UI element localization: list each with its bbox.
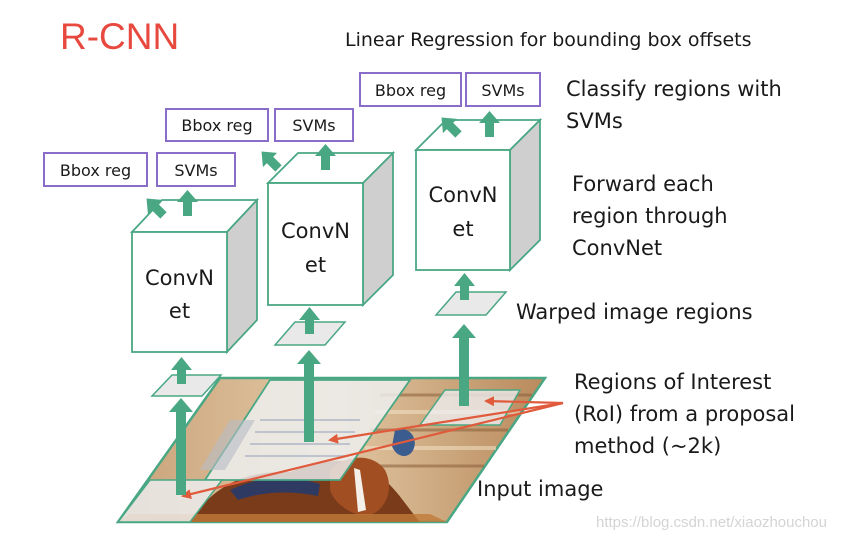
label-forward-line3: ConvNet xyxy=(572,236,663,260)
bbox-reg-label-left: Bbox reg xyxy=(60,161,131,180)
convnet-label-left-line2: et xyxy=(169,299,190,323)
label-roi-line2: (RoI) from a proposal xyxy=(574,402,796,426)
rcnn-diagram: R-CNN ConvN et Bbox reg SVMs ConvN et Bb… xyxy=(0,0,854,543)
convnet-label-right-line2: et xyxy=(452,217,473,241)
label-roi-line3: method (~2k) xyxy=(574,434,722,458)
convnet-cube-right: ConvN et xyxy=(413,117,543,273)
label-warped: Warped image regions xyxy=(516,300,753,324)
convnet-cube-left: ConvN et xyxy=(129,197,260,355)
label-roi-line1: Regions of Interest xyxy=(574,370,772,394)
label-forward-line1: Forward each xyxy=(572,172,714,196)
convnet-label-middle-line2: et xyxy=(305,253,326,277)
convnet-label-right-line1: ConvN xyxy=(429,183,498,207)
convnet-label-left-line1: ConvN xyxy=(145,266,214,290)
svm-label-left: SVMs xyxy=(174,161,217,180)
label-forward-line2: region through xyxy=(572,204,728,228)
svm-label-right: SVMs xyxy=(481,81,524,100)
warped-region-right xyxy=(434,291,508,316)
label-classify-line2: SVMs xyxy=(566,109,623,133)
svm-label-middle: SVMs xyxy=(292,116,335,135)
bbox-reg-label-right: Bbox reg xyxy=(375,81,446,100)
convnet-cube-middle: ConvN et xyxy=(265,150,396,308)
convnet-label-middle-line1: ConvN xyxy=(281,219,350,243)
label-classify-line1: Classify regions with xyxy=(566,77,782,101)
watermark: https://blog.csdn.net/xiaozhouchou xyxy=(596,514,827,531)
bbox-reg-label-middle: Bbox reg xyxy=(181,116,252,135)
label-input-image: Input image xyxy=(477,477,604,501)
label-linear-regression: Linear Regression for bounding box offse… xyxy=(345,29,752,51)
